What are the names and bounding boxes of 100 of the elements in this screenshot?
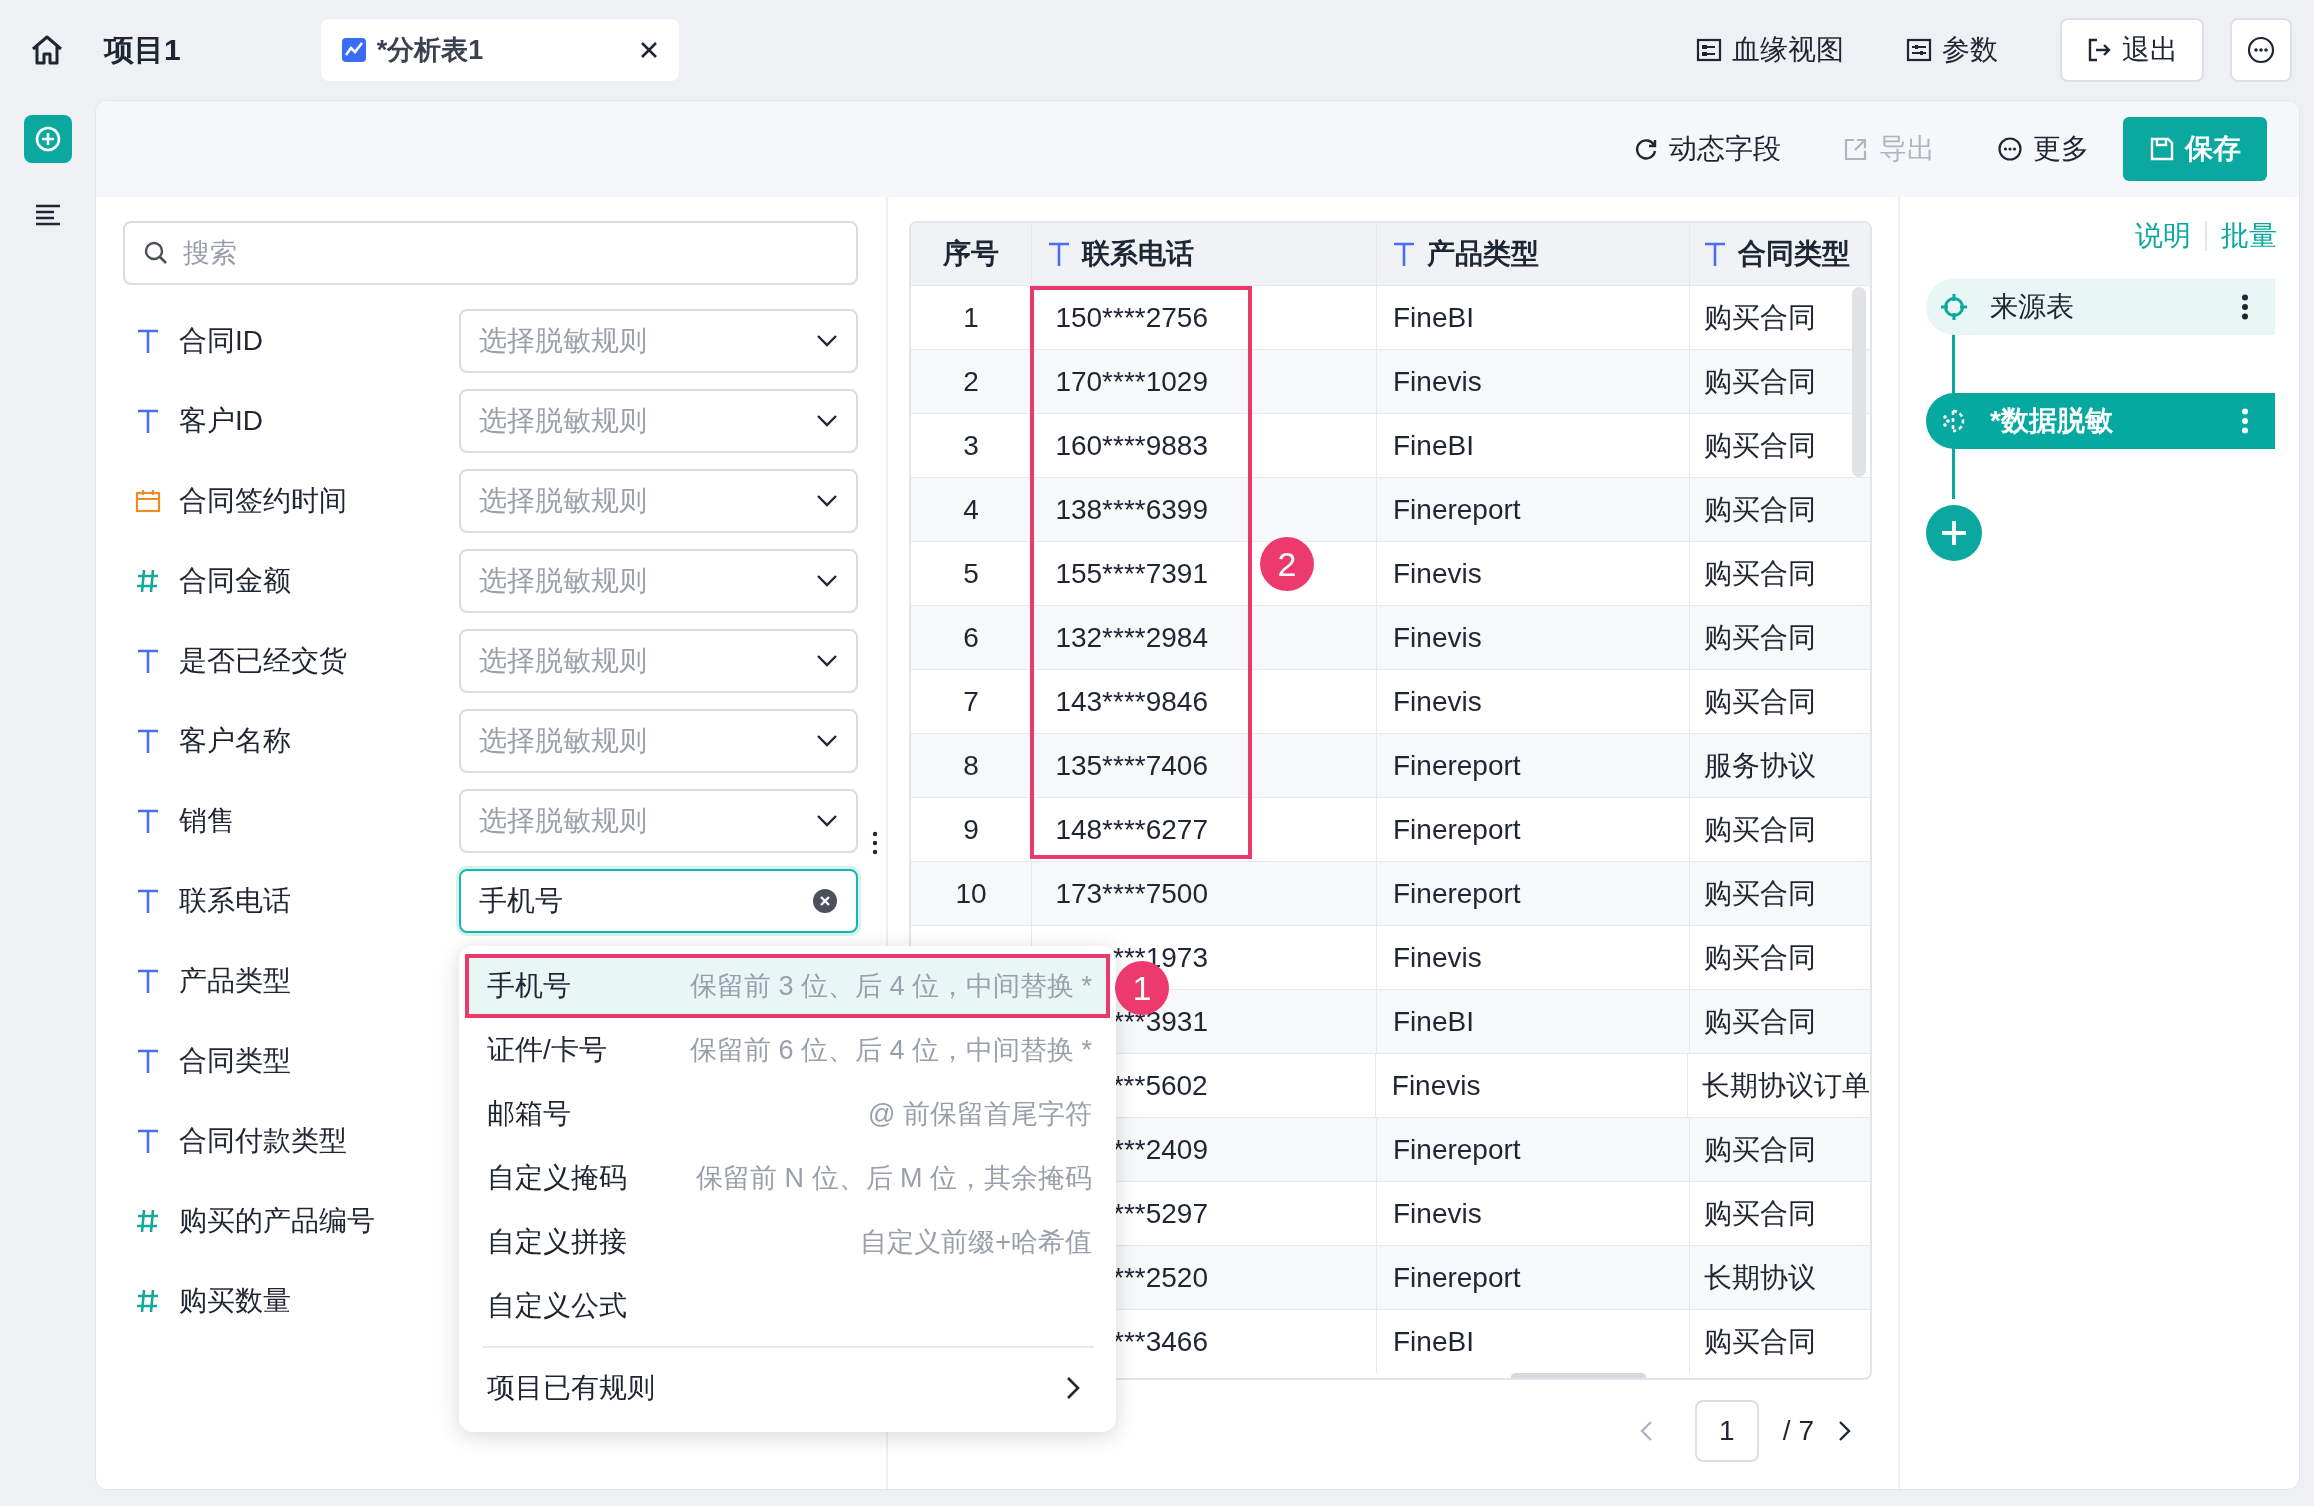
row-number: 8 (963, 749, 979, 782)
row-number: 7 (963, 685, 979, 718)
row-number: 10 (955, 877, 987, 910)
field-name: 客户名称 (179, 724, 292, 758)
number-type-icon (135, 1208, 161, 1234)
more-button[interactable]: 更多 (1997, 130, 2089, 168)
column-header[interactable]: 合同类型 (1690, 223, 1870, 285)
text-type-icon (1393, 242, 1415, 266)
text-type-icon (135, 1049, 161, 1073)
close-icon[interactable] (638, 40, 659, 60)
table-cell: Finevis (1391, 1069, 1481, 1102)
table-cell-text: 132****2984 (1054, 621, 1208, 654)
text-type-icon (135, 729, 161, 753)
dropdown-option[interactable]: 邮箱号 @ 前保留首尾字符 (465, 1082, 1110, 1146)
chevron-right-icon[interactable] (1838, 1420, 1852, 1442)
dropdown-option[interactable]: 证件/卡号 保留前 6 位、后 4 位，中间替换 * (465, 1018, 1110, 1082)
table-cell: FineBI (1393, 1005, 1474, 1038)
chevron-down-icon (816, 654, 838, 668)
chevron-right-icon (1066, 1376, 1080, 1400)
dropdown-option[interactable]: 自定义掩码 保留前 N 位、后 M 位，其余掩码 (465, 1146, 1110, 1210)
crosshair-icon (1940, 293, 1968, 321)
text-type-icon (135, 809, 161, 833)
field-name: 客户ID (179, 404, 264, 438)
table-cell-text: 173****7500 (1054, 877, 1208, 910)
more-button[interactable] (2230, 18, 2292, 82)
table-cell: Finereport (1393, 493, 1521, 526)
table-cell-text: 长期协议订单 (1702, 1068, 1870, 1103)
table-cell-text: 服务协议 (1704, 748, 1816, 783)
field-name: 是否已经交货 (179, 644, 348, 678)
chevron-down-icon (816, 734, 838, 748)
home-icon[interactable] (30, 34, 64, 66)
add-button[interactable] (23, 115, 72, 163)
text-type-icon (135, 649, 161, 673)
table-cell-text: 购买合同 (1704, 1324, 1816, 1359)
more-icon (2246, 35, 2276, 65)
parameters-button[interactable]: 参数 (1906, 31, 1998, 69)
submenu-option[interactable]: 项目已有规则 (465, 1356, 1110, 1420)
exit-icon (2086, 37, 2112, 63)
table-cell: Finevis (1393, 685, 1482, 718)
kebab-menu-icon[interactable] (2241, 294, 2249, 320)
sliders-icon (1906, 37, 1932, 63)
number-type-icon (135, 1288, 161, 1314)
table-cell-text: 购买合同 (1704, 492, 1816, 527)
chevron-down-icon (816, 494, 838, 508)
project-name: 项目1 (104, 31, 181, 68)
column-header[interactable]: 产品类型 (1377, 223, 1690, 285)
table-cell: FineBI (1393, 1325, 1474, 1358)
field-name: 产品类型 (179, 964, 292, 998)
table-cell: Finevis (1393, 557, 1482, 590)
page-total: / 7 (1782, 1415, 1814, 1447)
table-cell: FineBI (1393, 301, 1474, 334)
tab-title: *分析表1 (376, 34, 484, 67)
dropdown-option[interactable]: 自定义拼接 自定义前缀+哈希值 (465, 1210, 1110, 1274)
table-cell: Finevis (1393, 365, 1482, 398)
column-header[interactable]: 序号 (911, 223, 1032, 285)
table-cell-text: ***5602 (1111, 1069, 1208, 1102)
resize-handle-icon[interactable] (872, 831, 878, 855)
field-name: 销售 (179, 804, 236, 838)
dropdown-option[interactable]: 手机号 保留前 3 位、后 4 位，中间替换 * (465, 954, 1110, 1018)
calendar-icon (135, 489, 161, 513)
dynamic-field-button[interactable]: 动态字段 (1633, 130, 1781, 168)
diagram-icon (1696, 37, 1722, 63)
table-cell-text: ***5297 (1112, 1197, 1208, 1230)
document-tab[interactable]: *分析表1 (320, 19, 679, 81)
table-cell-text: 148****6277 (1054, 813, 1208, 846)
search-icon (143, 240, 169, 266)
table-cell-text: 购买合同 (1704, 620, 1816, 655)
field-name: 合同付款类型 (179, 1124, 348, 1158)
text-type-icon (135, 1129, 161, 1153)
table-cell-text: 170****1029 (1054, 365, 1208, 398)
table-cell-text: 购买合同 (1704, 1132, 1816, 1167)
text-type-icon (135, 889, 161, 913)
column-header[interactable]: 联系电话 (1032, 223, 1377, 285)
table-cell-text: 购买合同 (1704, 1196, 1816, 1231)
add-step-button[interactable] (1926, 505, 1982, 561)
lineage-view-button[interactable]: 血缘视图 (1696, 31, 1844, 69)
table-cell-text: ***2409 (1112, 1133, 1208, 1166)
list-icon[interactable] (33, 203, 62, 227)
row-number: 4 (963, 493, 979, 526)
dropdown-option[interactable]: 自定义公式 (465, 1274, 1110, 1338)
rule-select[interactable]: 手机号 (458, 869, 858, 933)
row-number: 2 (963, 365, 979, 398)
row-number: 1 (963, 301, 979, 334)
row-number: 3 (963, 429, 979, 462)
search-field[interactable]: 搜索 (123, 221, 858, 285)
exit-button[interactable]: 退出 (2060, 18, 2204, 82)
page-field[interactable]: 1 (1694, 1400, 1759, 1462)
scrollbar-thumb[interactable] (1852, 287, 1866, 477)
table-cell: FineBI (1393, 429, 1474, 462)
table-cell: Finereport (1393, 813, 1521, 846)
clear-icon[interactable] (812, 888, 838, 914)
chevron-down-icon (816, 814, 838, 828)
chevron-down-icon (816, 574, 838, 588)
row-number: 6 (963, 621, 979, 654)
plus-icon (1939, 518, 1969, 548)
chevron-down-icon (816, 334, 838, 348)
floppy-icon (2149, 136, 2175, 162)
flow-step[interactable]: 来源表 (1926, 279, 2275, 335)
callout-badge: 2 (1260, 537, 1314, 591)
refresh-icon (1633, 136, 1659, 162)
